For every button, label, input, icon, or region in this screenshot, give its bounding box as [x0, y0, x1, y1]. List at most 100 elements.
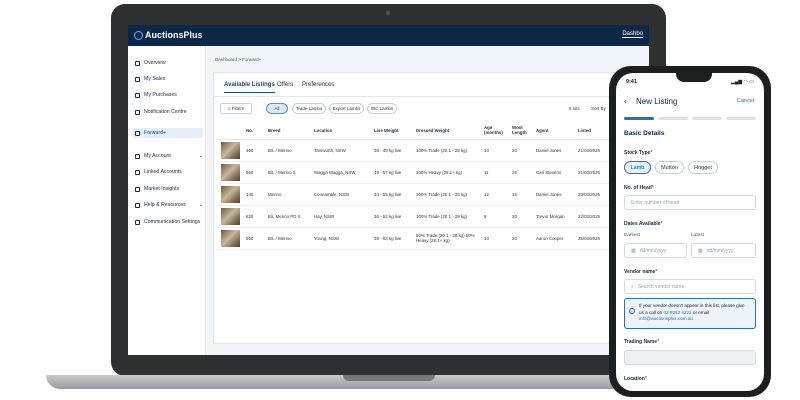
- user-icon: [135, 153, 140, 159]
- table-cell: Daniel Jones: [533, 139, 575, 162]
- sidebar-item-notification-centre[interactable]: Notification Centre: [133, 107, 203, 117]
- vendor-search-input[interactable]: ⌕ Search vendor name: [624, 279, 756, 294]
- filters-button[interactable]: ≡ Filters: [220, 103, 252, 114]
- sidebar-item-label: My Account: [144, 153, 171, 159]
- result-count: 5 lots: [569, 106, 580, 111]
- table-cell: 400: [243, 139, 265, 162]
- main-content: Dashboard > Forward+ Available Listings …: [207, 46, 649, 355]
- table-cell: B/L Merino PD X: [265, 205, 311, 228]
- sidebar-item-market-insights[interactable]: Market Insights: [133, 184, 203, 194]
- field-label: Trading Name: [624, 339, 658, 345]
- lot-thumbnail-cell: [218, 205, 243, 228]
- chip-wc-lambs[interactable]: WC Lambs: [367, 103, 397, 114]
- chip-all[interactable]: All: [266, 103, 288, 114]
- table-cell: 100% Trade (20.1 - 28 kg): [413, 205, 481, 228]
- sidebar-item-my-account[interactable]: My Account ⌄: [133, 151, 203, 161]
- chart-icon: [135, 186, 140, 192]
- table-cell: Trevor Morgan: [533, 205, 575, 228]
- sidebar-item-label: Notification Centre: [144, 109, 187, 115]
- field-label: Dates Available: [624, 221, 661, 227]
- trading-name-input[interactable]: [624, 350, 756, 365]
- chip-export-lambs[interactable]: Export Lambs: [329, 103, 364, 114]
- section-title: Basic Details: [624, 130, 665, 137]
- top-bar: AuctionsPlus Dashbo: [128, 25, 649, 46]
- stock-type-mutton[interactable]: Mutton: [655, 161, 684, 174]
- sidebar-item-label: My Purchases: [144, 92, 177, 98]
- no-of-head-label: No. of Head*: [624, 185, 654, 191]
- sidebar-item-communication-settings[interactable]: Communication Settings: [133, 217, 203, 227]
- table-cell: 100% Trade (20.1 - 28 kg): [413, 183, 481, 206]
- latest-date-input[interactable]: ▦ dd/mm/yyyy: [691, 243, 756, 258]
- table-cell: Wagga Wagga, NSW: [311, 161, 371, 184]
- sheep-photo: [221, 229, 240, 247]
- table-row[interactable]: 560 B/L / Merino Young, NSW 38 - 62 kg live…: [218, 227, 638, 250]
- info-text-mid: or email: [692, 309, 710, 315]
- sidebar-item-my-sales[interactable]: My Sales: [133, 74, 203, 84]
- tab-offers[interactable]: Offers: [277, 82, 293, 88]
- progress-step-2: [658, 117, 688, 120]
- no-of-head-input[interactable]: Enter number of head: [624, 195, 756, 210]
- lot-thumbnail-cell: [218, 227, 243, 250]
- cancel-button[interactable]: Cancel: [737, 98, 754, 104]
- dollar-icon: [135, 130, 140, 136]
- sheep-photo: [221, 185, 240, 203]
- sidebar-item-linked-accounts[interactable]: Linked Accounts: [133, 167, 203, 177]
- chevron-down-icon: ⌄: [198, 153, 203, 159]
- table-row[interactable]: 820 B/L Merino PD X Hay, NSW 36 - 52 kg liv…: [218, 205, 638, 228]
- required-marker: *: [660, 221, 663, 227]
- sheep-photo: [221, 141, 240, 159]
- table-cell: Tamworth, NSW: [311, 139, 371, 162]
- earliest-date-input[interactable]: ▦ dd/mm/yyyy: [624, 243, 687, 258]
- dynamic-island: [676, 73, 712, 82]
- tab-available-listings[interactable]: Available Listings: [224, 82, 275, 93]
- chip-trade-lambs[interactable]: Trade Lambs: [292, 103, 326, 114]
- vendor-name-label: Vendor name*: [624, 269, 657, 275]
- sort-by-dropdown[interactable]: Sort By: [591, 106, 606, 111]
- filters-label: Filters: [231, 106, 245, 111]
- stock-type-label: Stock Type*: [624, 150, 652, 156]
- status-icons: ▂▄▆ ◠ ▭: [730, 79, 754, 85]
- chevron-down-icon: ⌄: [198, 202, 203, 208]
- date-placeholder: dd/mm/yyyy: [706, 247, 734, 254]
- column-header: Agent: [533, 122, 575, 140]
- table-cell: Carl Stevens: [533, 161, 575, 184]
- table-cell: 11: [481, 161, 509, 184]
- column-header: [218, 122, 243, 140]
- tab-preferences[interactable]: Preferences: [302, 82, 334, 88]
- search-icon: ⌕: [631, 283, 634, 290]
- stock-type-hogget[interactable]: Hogget: [688, 161, 718, 174]
- dashboard-link[interactable]: Dashbo: [622, 31, 643, 38]
- stock-type-lamb[interactable]: Lamb: [624, 161, 651, 174]
- table-cell: Merino: [265, 183, 311, 206]
- grid-icon: [135, 60, 140, 66]
- sidebar-item-my-purchases[interactable]: My Purchases: [133, 90, 203, 100]
- table-cell: 34 - 55 kg live: [371, 183, 413, 206]
- status-time: 9:41: [626, 79, 638, 85]
- laptop-screen: AuctionsPlus Dashbo Overview My Sales My…: [128, 25, 649, 355]
- table-cell: 100% Trade (20.1 - 28 kg): [413, 139, 481, 162]
- table-row[interactable]: 400 B/L / Merino Tamworth, NSW 38 - 49 kg l…: [218, 139, 638, 162]
- breadcrumb[interactable]: Dashboard > Forward+: [215, 57, 261, 62]
- sidebar-item-forward-plus[interactable]: Forward+: [133, 128, 203, 138]
- progress-step-1: [624, 117, 654, 120]
- table-row[interactable]: 660 B/L / Merino X Wagga Wagga, NSW 49 - 57…: [218, 161, 638, 184]
- sidebar-item-overview[interactable]: Overview: [133, 58, 203, 68]
- sidebar: Overview My Sales My Purchases Notificat…: [128, 46, 206, 355]
- email-link[interactable]: info@auctionsplus.com.au: [639, 316, 693, 321]
- sidebar-item-help-resources[interactable]: Help & Resources ⌄: [133, 200, 203, 210]
- table-cell: 820: [243, 205, 265, 228]
- phone-screen: 9:41 ▂▄▆ ◠ ▭ ‹ New Listing Cancel Basic …: [616, 73, 764, 391]
- required-marker: *: [644, 376, 647, 382]
- phone-link[interactable]: 02 9262 4222: [664, 310, 692, 315]
- brand-logo[interactable]: AuctionsPlus: [134, 30, 203, 40]
- table-row[interactable]: 440 Merino Coonamble, NSW 34 - 55 kg live 10…: [218, 183, 638, 206]
- latest-label: Latest: [691, 233, 705, 238]
- field-label: Location: [624, 376, 645, 382]
- sidebar-item-label: Market Insights: [144, 186, 180, 192]
- required-marker: *: [650, 150, 653, 156]
- back-chevron-icon[interactable]: ‹: [624, 96, 627, 106]
- sidebar-item-label: My Sales: [144, 76, 166, 82]
- required-marker: *: [651, 185, 654, 191]
- lot-thumbnail-cell: [218, 139, 243, 162]
- table-cell: 15: [509, 183, 533, 206]
